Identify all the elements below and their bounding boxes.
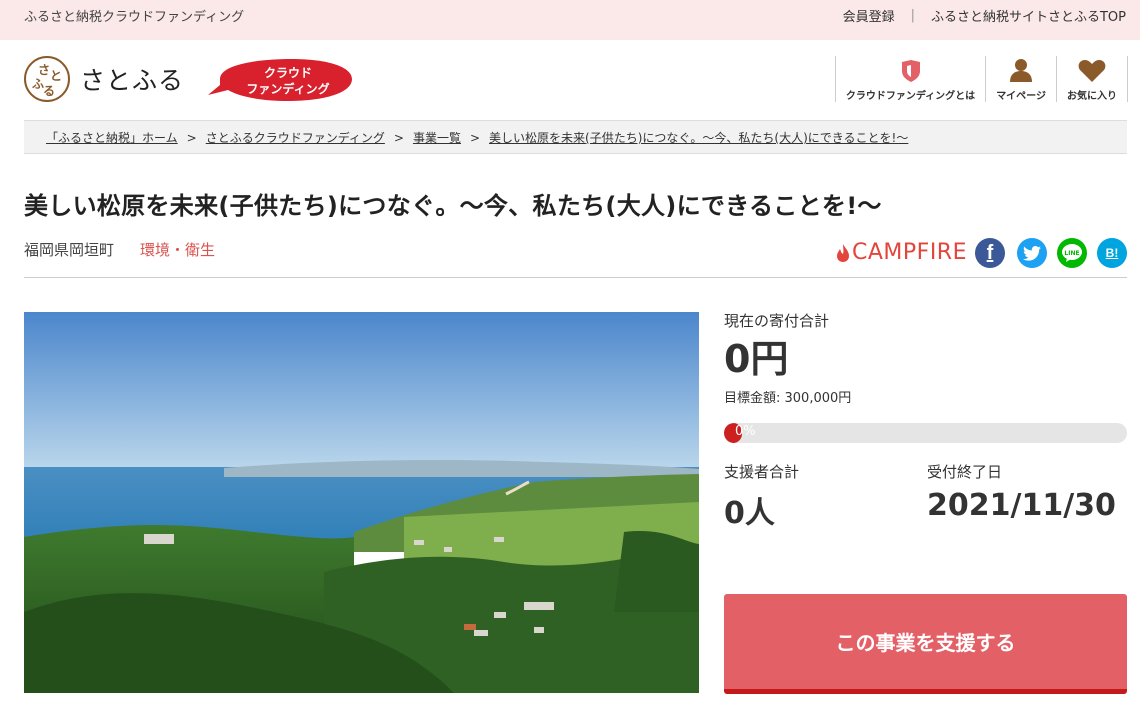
- nav-favorites[interactable]: お気に入り: [1056, 56, 1128, 102]
- hatena-icon: B!: [1105, 246, 1119, 260]
- deadline-label: 受付終了日: [927, 463, 1003, 481]
- crowdfunding-badge: クラウド ファンディング: [208, 59, 352, 101]
- nav-mypage-label: マイページ: [996, 91, 1046, 102]
- twitter-icon: [1023, 245, 1041, 261]
- site-header: さ と ふ る さとふる クラウド ファンディング クラウドファンディングとは …: [0, 40, 1140, 120]
- funding-progress-bar: 0%: [724, 423, 1127, 443]
- breadcrumb: 「ふるさと納税」ホーム > さとふるクラウドファンディング > 事業一覧 > 美しい松原を未…: [24, 120, 1127, 154]
- badge-line2: ファンディング: [246, 81, 329, 96]
- breadcrumb-home[interactable]: 「ふるさと納税」ホーム: [46, 131, 178, 145]
- line-icon: LINE: [1062, 244, 1082, 262]
- total-value: 0円: [724, 337, 789, 381]
- title-divider: [24, 277, 1127, 278]
- support-project-button[interactable]: この事業を支援する: [724, 594, 1127, 694]
- breadcrumb-current[interactable]: 美しい松原を未来(子供たち)につなぐ。～今、私たち(大人)にできることを!～: [489, 131, 908, 145]
- logo-mark: さ と ふ る: [24, 56, 70, 102]
- register-link[interactable]: 会員登録: [843, 6, 895, 25]
- logo-mark-char: さ: [38, 63, 51, 77]
- page-title: 美しい松原を未来(子供たち)につなぐ。～今、私たち(大人)にできることを!～: [24, 192, 882, 220]
- logo-mark-char: る: [43, 84, 56, 98]
- deadline-value: 2021/11/30: [927, 488, 1116, 523]
- top-bar: ふるさと納税クラウドファンディング 会員登録 | ふるさと納税サイトさとふるTO…: [0, 0, 1140, 40]
- satofull-top-link[interactable]: ふるさと納税サイトさとふるTOP: [931, 6, 1126, 25]
- facebook-icon: f: [986, 241, 994, 264]
- line-share-button[interactable]: LINE: [1057, 238, 1087, 268]
- facebook-share-button[interactable]: f: [975, 238, 1005, 268]
- campfire-text: CAMPFIRE: [852, 240, 967, 265]
- breadcrumb-separator: >: [469, 131, 481, 145]
- flame-icon: [837, 243, 849, 262]
- project-location: 福岡県岡垣町: [24, 241, 115, 259]
- supporters-value: 0人: [724, 496, 775, 531]
- header-nav: クラウドファンディングとは マイページ お気に入り: [834, 56, 1128, 102]
- breadcrumb-separator: >: [186, 131, 197, 145]
- funding-progress-text: 0%: [735, 424, 756, 439]
- top-links: 会員登録 | ふるさと納税サイトさとふるTOP: [843, 6, 1126, 25]
- nav-about-crowdfunding[interactable]: クラウドファンディングとは: [834, 56, 985, 102]
- goal-amount: 目標金額: 300,000円: [724, 391, 852, 406]
- heart-icon: [1078, 60, 1106, 82]
- line-text: LINE: [1064, 250, 1079, 257]
- site-name: ふるさと納税クラウドファンディング: [24, 10, 245, 25]
- hatena-bookmark-button[interactable]: B!: [1097, 238, 1127, 268]
- logo-text: さとふる: [80, 66, 185, 95]
- badge-line1: クラウド: [264, 66, 312, 80]
- project-main-image: [24, 312, 699, 693]
- breadcrumb-project-list[interactable]: 事業一覧: [413, 131, 461, 145]
- breadcrumb-separator: >: [393, 131, 404, 145]
- nav-favorites-label: お気に入り: [1067, 91, 1117, 102]
- nav-mypage[interactable]: マイページ: [985, 56, 1056, 102]
- nav-about-label: クラウドファンディングとは: [845, 91, 976, 102]
- shield-icon: [901, 60, 920, 82]
- site-logo[interactable]: さ と ふ る さとふる: [24, 56, 184, 102]
- logo-mark-char: と: [50, 69, 63, 83]
- project-category[interactable]: 環境・衛生: [140, 239, 215, 260]
- top-links-separator: |: [910, 8, 915, 23]
- user-icon: [1010, 59, 1033, 82]
- campfire-logo[interactable]: CAMPFIRE: [836, 240, 967, 265]
- breadcrumb-crowdfunding[interactable]: さとふるクラウドファンディング: [206, 131, 385, 145]
- twitter-share-button[interactable]: [1017, 238, 1047, 268]
- coastline-photo: [24, 312, 699, 693]
- supporters-label: 支援者合計: [724, 463, 800, 481]
